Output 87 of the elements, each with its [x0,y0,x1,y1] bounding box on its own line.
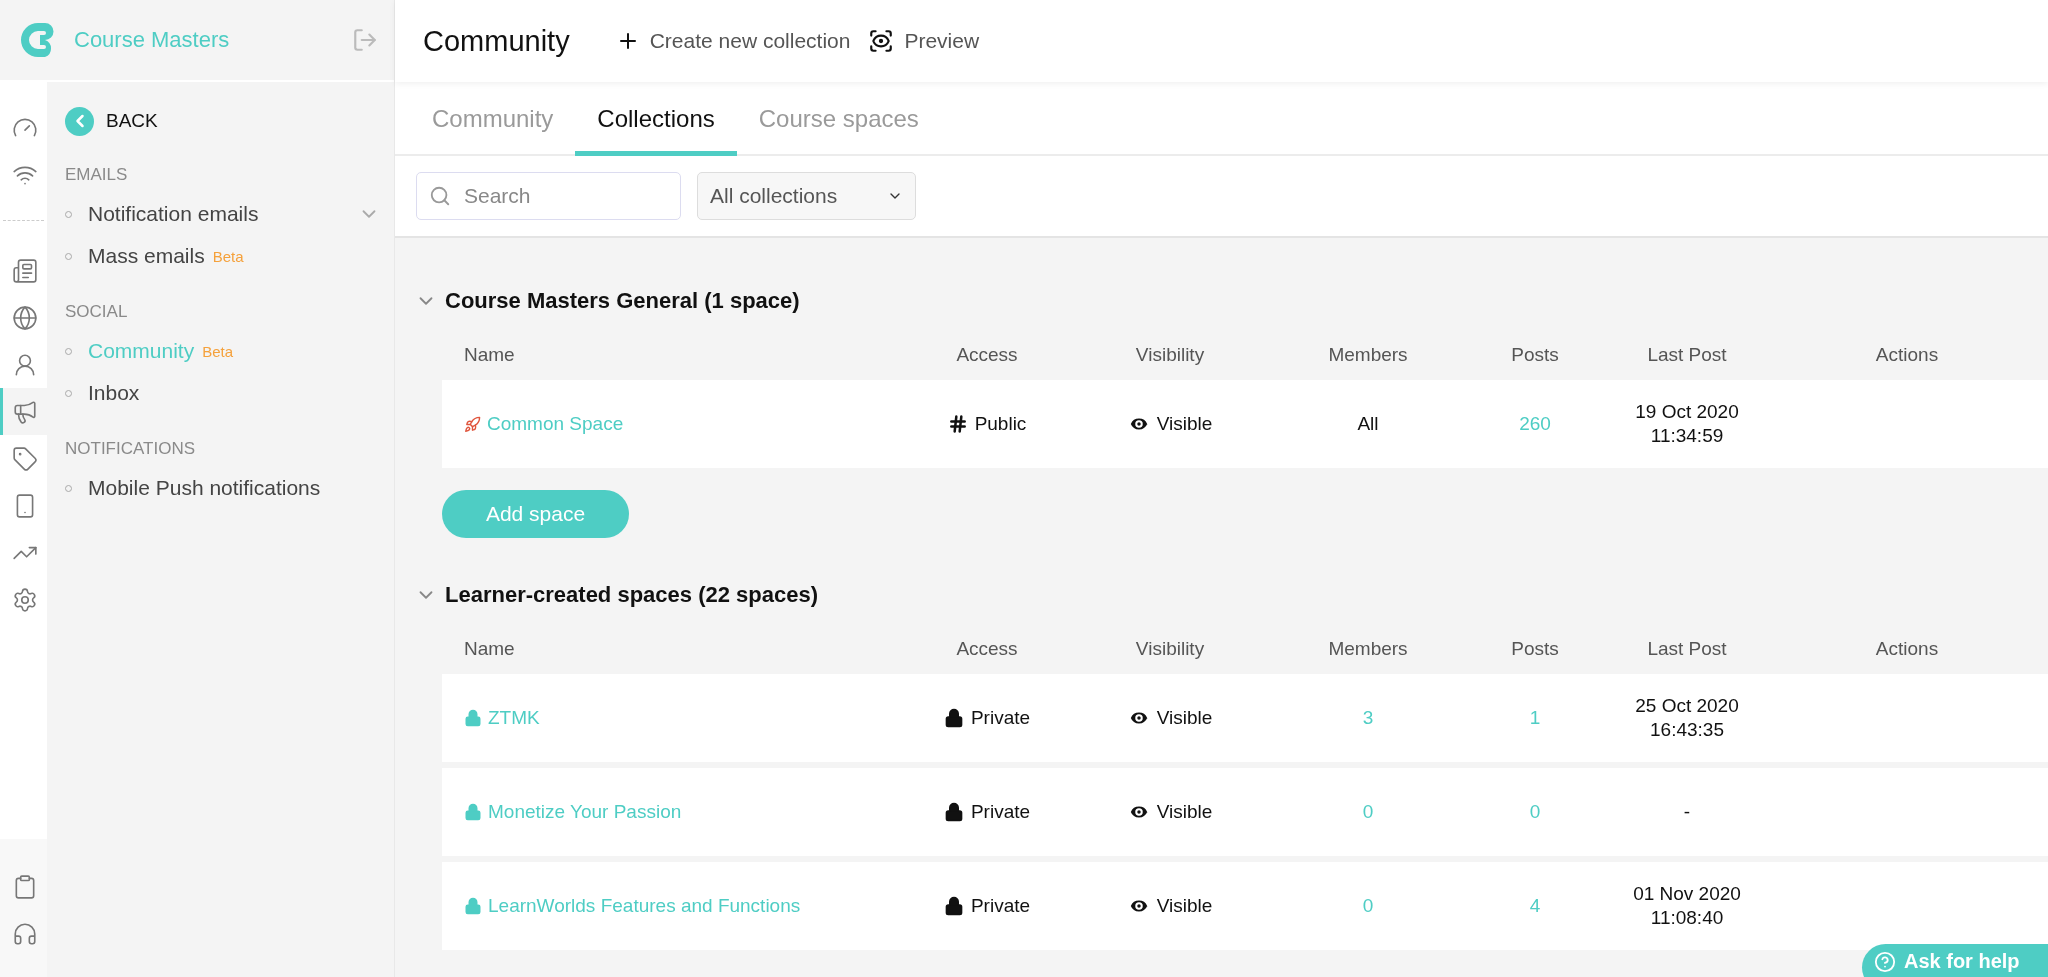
column-header: Name [463,638,516,660]
nav-item[interactable]: Notification emails [65,193,380,235]
preview-icon [868,28,895,54]
page-title: Community [423,24,570,58]
lock-icon [943,896,964,916]
nav-item[interactable]: Mobile Push notifications [65,467,380,509]
rail-button[interactable] [0,388,47,435]
header-action[interactable]: Preview [868,28,980,54]
column-header: Access [955,638,1019,660]
last-post-date: 25 Oct 2020 16:43:35 [1635,694,1739,742]
column-header: Access [955,344,1019,366]
column-header: Last Post [1646,638,1728,660]
tab[interactable]: Course spaces [736,105,941,156]
column-header: Visibility [1134,638,1206,660]
group-title: Learner-created spaces (22 spaces) [445,582,818,608]
group-header[interactable]: Learner-created spaces (22 spaces) [415,580,818,610]
posts-count[interactable]: 1 [1529,707,1541,729]
column-header: Members [1327,638,1409,660]
lock-icon [943,708,964,728]
beta-label: Beta [212,247,244,265]
last-post-date: 01 Nov 2020 11:08:40 [1633,882,1741,930]
members-text: All [1357,413,1379,435]
nav-item[interactable]: Mass emails Beta [65,235,380,277]
visibility-cell: Visible [1077,707,1263,729]
search-icon [429,185,451,207]
search-field[interactable]: Search [416,172,681,220]
posts-count[interactable]: 260 [1519,413,1551,435]
add-space-button[interactable]: Add space [442,490,629,538]
nav-label: Mass emails [88,244,205,268]
nav-label: Mobile Push notifications [88,476,321,500]
members-link[interactable]: 3 [1362,707,1374,729]
members-link[interactable]: 0 [1362,801,1374,823]
header-action[interactable]: Create new collection [615,29,851,53]
nav-label: Inbox [88,381,140,405]
megaphone-icon [12,398,38,425]
access-cell: Private [897,801,1077,823]
space-link[interactable]: ZTMK [442,707,540,729]
brand-name: Course Masters [74,27,231,53]
access-cell: Private [897,895,1077,917]
space-link[interactable]: Monetize Your Passion [442,801,682,823]
help-button[interactable]: Ask for help [1862,944,2048,977]
posts-count[interactable]: 4 [1529,895,1541,917]
lock-icon [943,802,964,822]
access-cell: Public [897,413,1077,435]
help-icon [1874,950,1896,973]
visibility-cell: Visible [1077,801,1263,823]
nav-item[interactable]: Community Beta [65,330,380,372]
column-header: Actions [1874,638,1940,660]
space-link[interactable]: Common Space [442,413,624,435]
lock-icon [464,803,482,821]
document-icon [12,257,38,284]
column-header: Posts [1510,344,1560,366]
column-header: Posts [1510,638,1560,660]
visibility-cell: Visible [1077,413,1263,435]
tab[interactable]: Community [410,105,576,156]
column-header: Name [463,344,516,366]
space-link[interactable]: LearnWorlds Features and Functions [442,895,801,917]
posts-count[interactable]: 0 [1529,801,1541,823]
last-post-date: 19 Oct 2020 11:34:59 [1635,400,1739,448]
section-title: EMAILS [65,165,129,185]
column-header: Actions [1874,344,1940,366]
group-title: Course Masters General (1 space) [445,288,800,314]
last-post-date: - [1683,800,1691,824]
group-header[interactable]: Course Masters General (1 space) [415,286,800,316]
access-cell: Private [897,707,1077,729]
section-title: NOTIFICATIONS [65,439,196,459]
settings-icon [12,586,38,613]
hash-icon [947,414,968,434]
lock-icon [464,897,482,915]
beta-label: Beta [202,342,234,360]
tag-icon [12,445,38,472]
headset-icon [12,920,38,947]
rocket-icon [464,415,481,433]
nav-item[interactable]: Inbox [65,372,380,414]
back-button[interactable]: BACK [65,102,380,140]
nav-label: Community [88,339,195,363]
column-header: Last Post [1646,344,1728,366]
collection-dropdown[interactable]: All collections [697,172,916,220]
column-header: Visibility [1134,344,1206,366]
nav-label: Notification emails [88,202,259,226]
visibility-cell: Visible [1077,895,1263,917]
column-header: Members [1327,344,1409,366]
back-icon [65,106,94,136]
lock-icon [464,709,482,727]
section-title: SOCIAL [65,302,129,322]
members-link[interactable]: 0 [1362,895,1374,917]
globe-icon [12,304,38,331]
